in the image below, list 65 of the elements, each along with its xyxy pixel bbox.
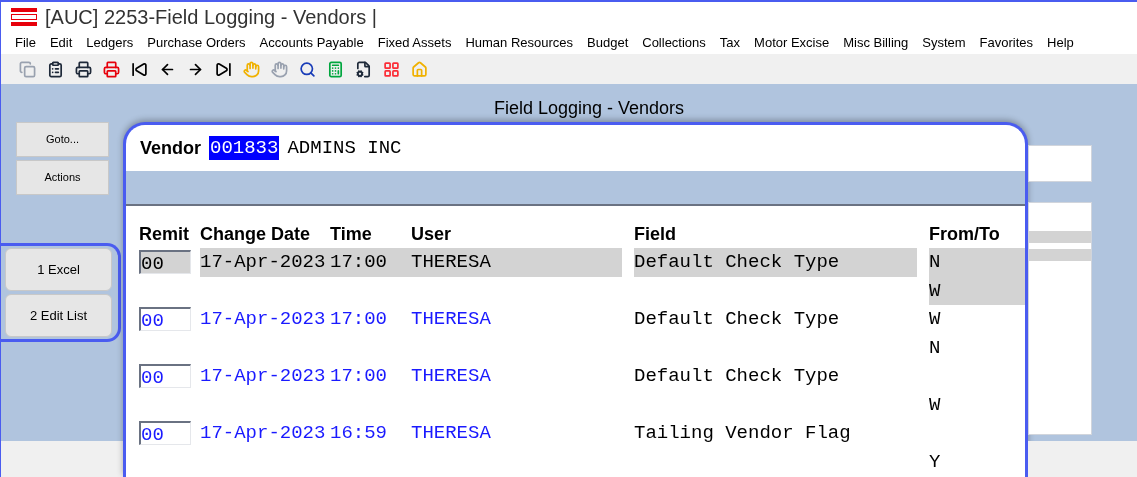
menu-item[interactable]: Misc Billing <box>843 33 909 53</box>
side-button[interactable]: Actions <box>16 160 109 195</box>
first-record-icon[interactable] <box>131 60 148 78</box>
grid-icon[interactable] <box>383 60 400 78</box>
table-cell-text: 17:00 <box>330 307 388 332</box>
menu-item[interactable]: Motor Excise <box>754 33 830 53</box>
remit-field[interactable]: 00 <box>139 307 191 332</box>
table-cell-text: THERESA <box>411 307 492 332</box>
menu-item[interactable]: Accounts Payable <box>259 33 364 53</box>
screen-title: Field Logging - Vendors <box>493 97 685 120</box>
window-title: [AUC] 2253-Field Logging - Vendors | <box>45 5 378 30</box>
vendor-number-field[interactable]: 001833 <box>209 136 280 160</box>
table-cell-text: Tailing Vendor Flag <box>634 421 852 446</box>
table-cell-text: W <box>929 307 942 332</box>
table-cell-text: 17-Apr-2023 <box>200 421 327 446</box>
column-header: From/To <box>929 223 1001 246</box>
column-header: Field <box>634 223 677 246</box>
clipboard-icon[interactable] <box>47 60 64 78</box>
column-header: User <box>411 223 453 246</box>
table-cell-text: 16:59 <box>330 421 388 446</box>
remit-field[interactable]: 00 <box>139 421 191 446</box>
table-cell-text: N <box>929 335 942 361</box>
table-cell: N <box>929 248 1025 277</box>
app-logo-icon <box>11 8 37 26</box>
printer-icon[interactable] <box>75 60 92 78</box>
menu-item[interactable]: System <box>922 33 966 53</box>
remit-field[interactable]: 00 <box>139 250 191 275</box>
menu-item[interactable]: Favorites <box>979 33 1034 53</box>
table-cell-text: Default Check Type <box>634 307 841 332</box>
menu-item[interactable]: Collections <box>642 33 706 53</box>
table-cell-text: 17-Apr-2023 <box>200 364 327 389</box>
menu-item[interactable]: File <box>15 33 36 53</box>
table-cell-text: 17:00 <box>330 364 388 389</box>
vendor-name: ADMINS INC <box>287 135 402 161</box>
table-cell-text: THERESA <box>411 364 492 389</box>
table-cell: W <box>929 276 1025 305</box>
menu-item[interactable]: Human Resources <box>465 33 574 53</box>
table-cell-text: W <box>929 392 942 418</box>
table-cell: 17-Apr-2023 <box>200 248 330 277</box>
document-gear-icon[interactable] <box>355 60 372 78</box>
menu-item[interactable]: Tax <box>719 33 741 53</box>
menu-item[interactable]: Budget <box>587 33 629 53</box>
table-cell-text: Y <box>929 449 942 475</box>
search-icon[interactable] <box>299 60 316 78</box>
menu-item[interactable]: Fixed Assets <box>377 33 452 53</box>
table-cell-text: Default Check Type <box>634 364 841 389</box>
column-header: Change Date <box>200 223 312 246</box>
table-cell-text: 17-Apr-2023 <box>200 307 327 332</box>
table-cell: 17:00 <box>330 248 411 277</box>
menu-item[interactable]: Help <box>1047 33 1074 53</box>
table-cell: Default Check Type <box>634 248 917 277</box>
column-header: Remit <box>138 223 190 246</box>
last-record-icon[interactable] <box>215 60 232 78</box>
remit-field[interactable]: 00 <box>139 364 191 389</box>
calculator-icon[interactable] <box>327 60 344 78</box>
table-cell-text: THERESA <box>411 421 492 446</box>
column-header: Time <box>330 223 373 246</box>
menu-item[interactable]: Ledgers <box>86 33 134 53</box>
action-button[interactable]: 1 Excel <box>5 248 112 291</box>
vendor-label: Vendor <box>140 136 201 160</box>
side-button[interactable]: Goto... <box>16 122 109 157</box>
table-cell: THERESA <box>411 248 622 277</box>
menu-item[interactable]: Edit <box>49 33 73 53</box>
menu-item[interactable]: Purchase Orders <box>147 33 246 53</box>
action-button[interactable]: 2 Edit List <box>5 294 112 337</box>
